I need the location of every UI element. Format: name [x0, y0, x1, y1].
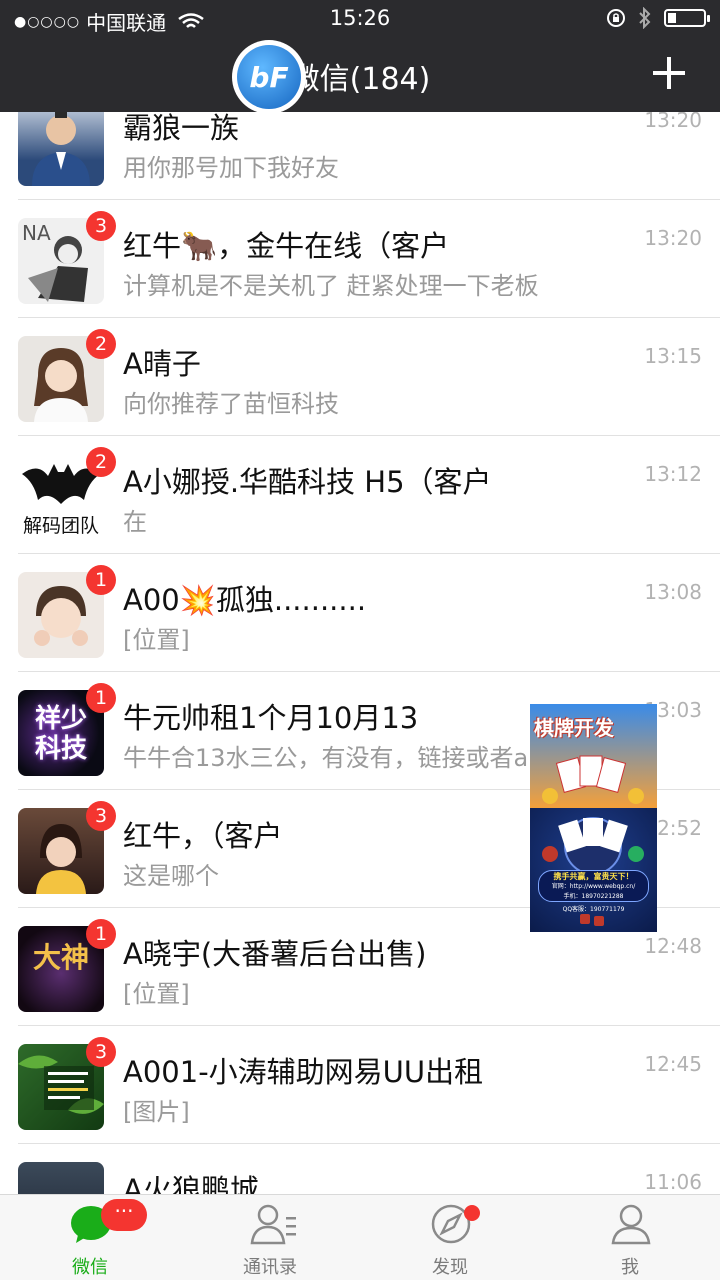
chat-row[interactable]: 3 A001-小涛辅助网易UU出租 [图片] 12:45	[0, 1026, 720, 1144]
chat-time: 13:20	[644, 112, 702, 132]
chat-time: 11:06	[644, 1170, 702, 1194]
bottom-tab-bar: ··· 微信 通讯录 发现 我	[0, 1194, 720, 1280]
ad-banner[interactable]: 棋牌开发 携手共赢，富贵天下！ 官网：http://www.webqp.cn/ …	[530, 704, 657, 932]
tab-chat-badge: ···	[101, 1199, 147, 1231]
chat-name: A晴子	[123, 347, 201, 381]
chat-time: 13:20	[644, 226, 702, 250]
status-right	[606, 7, 710, 29]
contacts-icon	[250, 1204, 296, 1245]
chat-time: 13:12	[644, 462, 702, 486]
chat-preview: 用你那号加下我好友	[123, 154, 339, 182]
chat-name: A00💥孤独..........	[123, 583, 367, 617]
avatar	[18, 1162, 104, 1194]
add-plus-icon[interactable]	[652, 56, 686, 90]
top-header: ●○○○○ 中国联通 15:26 微信(184)	[0, 0, 720, 112]
chat-preview: 向你推荐了苗恒科技	[123, 390, 339, 418]
chat-name: A火狼鹏城	[123, 1173, 259, 1194]
unread-badge: 3	[86, 1037, 116, 1067]
avatar-caption: 解码团队	[22, 515, 99, 537]
chat-row[interactable]: A火狼鹏城 11:06	[0, 1144, 720, 1194]
chat-time: 13:15	[644, 344, 702, 368]
chat-name: 红牛，（客户	[123, 819, 283, 853]
chat-name: A晓宇(大番薯后台出售)	[123, 937, 427, 971]
unread-badge: 1	[86, 919, 116, 949]
unread-badge: 2	[86, 447, 116, 477]
chat-preview: [位置]	[123, 626, 190, 654]
unread-badge: 1	[86, 565, 116, 595]
ad-caption-line: 官网：http://www.webqp.cn/	[551, 883, 636, 890]
ad-caption: 携手共赢，富贵天下！ 官网：http://www.webqp.cn/ 手机：18…	[538, 870, 649, 902]
chat-row[interactable]: 霸狼一族 用你那号加下我好友 13:20	[0, 112, 720, 200]
chat-preview: 在	[123, 508, 147, 536]
tab-contacts[interactable]: 通讯录	[180, 1195, 360, 1280]
tab-discover[interactable]: 发现	[360, 1195, 540, 1280]
discover-dot-badge	[464, 1205, 480, 1221]
avatar	[18, 112, 104, 186]
chat-name: 霸狼一族	[123, 112, 240, 145]
chat-name: 红牛🐂，金牛在线（客户	[123, 229, 450, 263]
chat-time: 13:08	[644, 580, 702, 604]
tab-chats[interactable]: ··· 微信	[0, 1195, 180, 1280]
avatar-caption: 祥少科技	[34, 704, 87, 764]
chat-preview: 牛牛合13水三公，有没有，链接或者a	[123, 744, 529, 772]
chat-row[interactable]: 解码团队 2 A小娜授.华酷科技 H5（客户 在 13:12	[0, 436, 720, 554]
tab-label: 我	[621, 1257, 639, 1278]
tab-label: 发现	[432, 1257, 468, 1278]
chat-preview: [位置]	[123, 980, 190, 1008]
app-logo-overlay: bF	[232, 40, 306, 114]
person-icon	[611, 1204, 651, 1245]
ad-caption-line: 携手共赢，富贵天下！	[553, 872, 634, 881]
battery-icon	[664, 9, 710, 27]
chat-row[interactable]: 1 A00💥孤独.......... [位置] 13:08	[0, 554, 720, 672]
chat-name: A001-小涛辅助网易UU出租	[123, 1055, 484, 1089]
chat-row[interactable]: NA 3 红牛🐂，金牛在线（客户 计算机是不是关机了 赶紧处理一下老板 13:2…	[0, 200, 720, 318]
chat-row[interactable]: 2 A晴子 向你推荐了苗恒科技 13:15	[0, 318, 720, 436]
chat-name: A小娜授.华酷科技 H5（客户	[123, 465, 492, 499]
tab-label: 微信	[72, 1257, 108, 1278]
unread-badge: 3	[86, 211, 116, 241]
ad-title: 棋牌开发	[534, 716, 614, 740]
chat-preview: 这是哪个	[123, 862, 219, 890]
bluetooth-icon	[639, 7, 651, 29]
chat-name: 牛元帅租1个月10月13	[123, 701, 419, 735]
nav-bar: 微信(184)	[0, 40, 720, 112]
status-bar: ●○○○○ 中国联通 15:26	[0, 0, 720, 40]
chat-preview: [图片]	[123, 1098, 190, 1126]
chat-time: 12:48	[644, 934, 702, 958]
tab-label: 通讯录	[243, 1257, 297, 1278]
svg-text:NA: NA	[22, 221, 51, 245]
rotation-lock-icon	[607, 9, 625, 27]
chat-list[interactable]: 霸狼一族 用你那号加下我好友 13:20 NA 3 红牛🐂，金牛在线（客户 计算…	[0, 112, 720, 1194]
logo-text: bF	[237, 45, 301, 109]
unread-badge: 2	[86, 329, 116, 359]
ad-caption-line: 手机：18970221288	[563, 893, 624, 900]
ad-banner-bottom: 携手共赢，富贵天下！ 官网：http://www.webqp.cn/ 手机：18…	[530, 808, 657, 932]
unread-badge: 1	[86, 683, 116, 713]
page-title: 微信(184)	[289, 62, 431, 97]
ad-banner-top: 棋牌开发	[530, 704, 657, 808]
chat-time: 12:45	[644, 1052, 702, 1076]
tab-me[interactable]: 我	[540, 1195, 720, 1280]
unread-badge: 3	[86, 801, 116, 831]
chat-preview: 计算机是不是关机了 赶紧处理一下老板	[123, 272, 539, 300]
